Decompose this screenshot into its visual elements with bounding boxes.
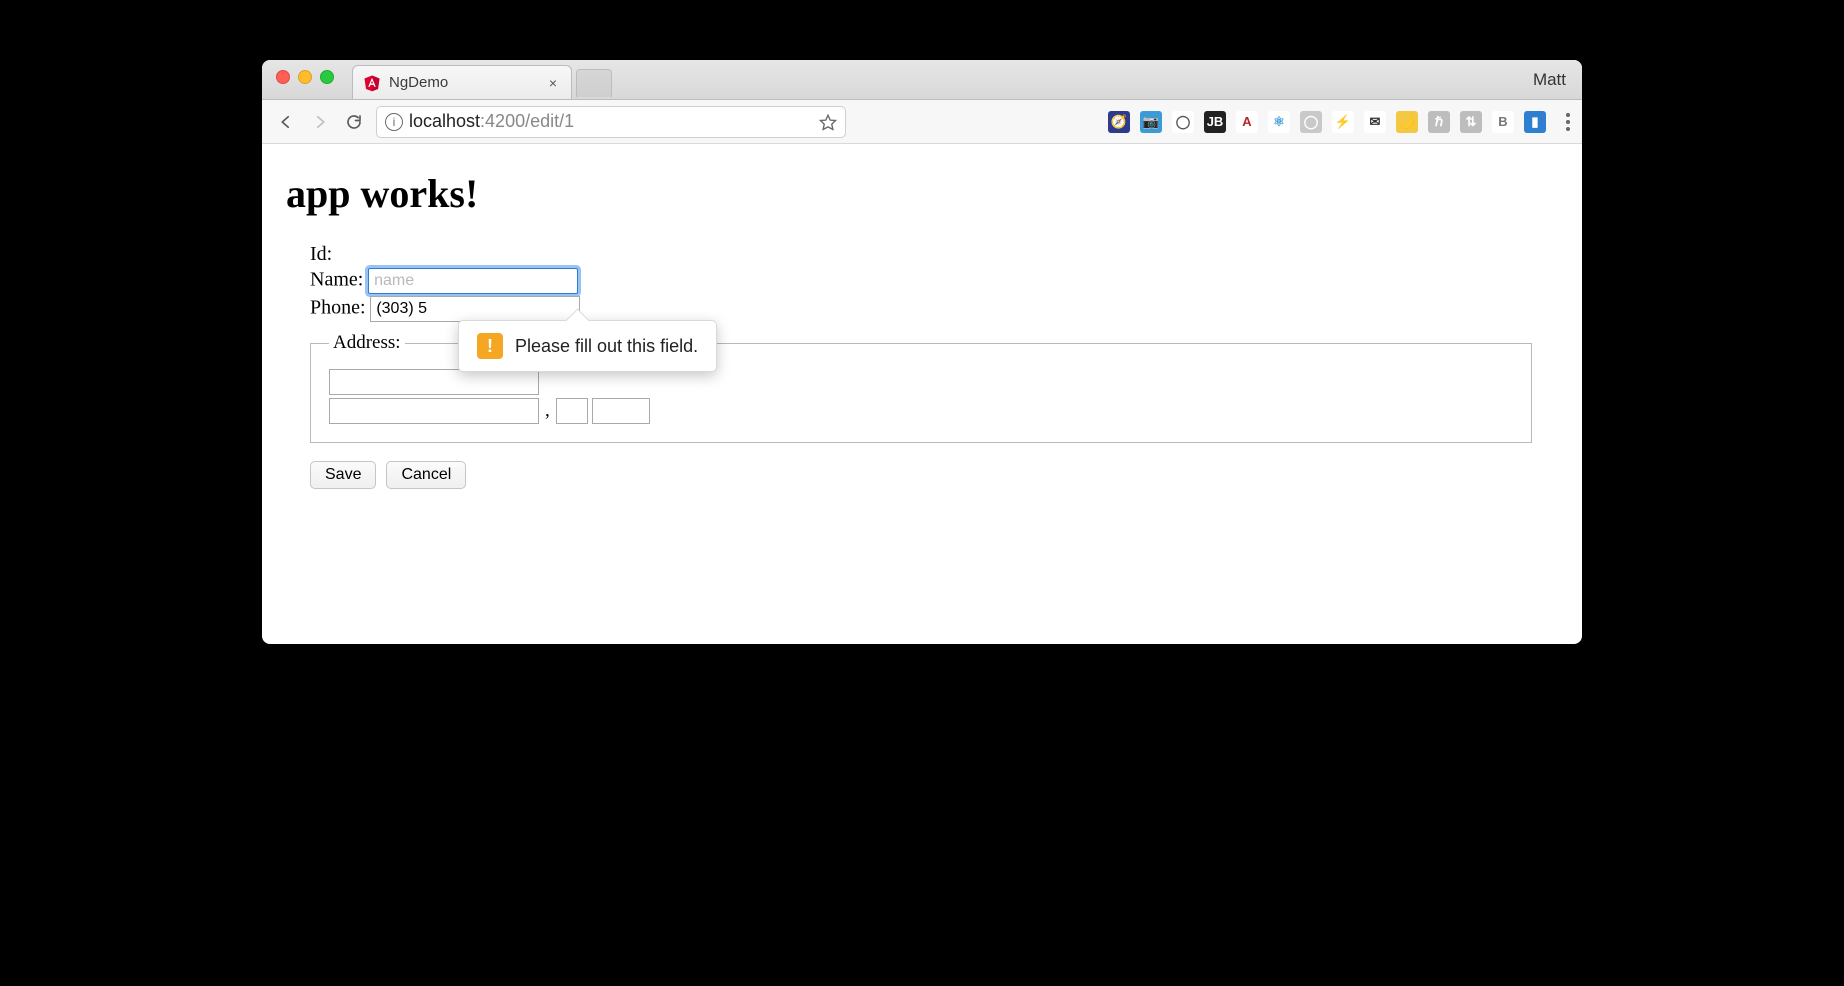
extension-hbar-icon[interactable]: ℏ — [1428, 111, 1450, 133]
close-window-button[interactable] — [276, 70, 290, 84]
extension-moon-icon[interactable]: 🌙 — [1396, 111, 1418, 133]
address-bar[interactable]: i localhost:4200/edit/1 — [376, 106, 846, 138]
address-legend: Address: — [329, 332, 405, 354]
new-tab-button[interactable] — [576, 69, 612, 97]
extension-lighthouse-icon[interactable]: ▮ — [1524, 111, 1546, 133]
extension-circle-icon[interactable]: ◯ — [1300, 111, 1322, 133]
extension-screenshot-icon[interactable]: 📷 — [1140, 111, 1162, 133]
maximize-window-button[interactable] — [320, 70, 334, 84]
browser-menu-icon[interactable] — [1566, 113, 1570, 131]
save-button[interactable]: Save — [310, 461, 376, 489]
name-label: Name: — [310, 268, 363, 290]
extension-exchange-icon[interactable]: ⇅ — [1460, 111, 1482, 133]
site-info-icon[interactable]: i — [385, 113, 403, 131]
bookmark-star-icon[interactable] — [819, 113, 837, 131]
extension-adblock-icon[interactable]: ◯ — [1172, 111, 1194, 133]
validation-tooltip: ! Please fill out this field. — [458, 320, 717, 372]
reload-button[interactable] — [342, 110, 366, 134]
close-tab-icon[interactable]: × — [545, 75, 561, 91]
extensions-row: 🧭 📷 ◯ JB A ⚛ ◯ ⚡ ✉ 🌙 ℏ ⇅ B ▮ — [866, 111, 1550, 133]
window-traffic-lights — [276, 70, 334, 84]
address-state-input[interactable] — [556, 398, 588, 424]
url-host: localhost — [409, 111, 480, 131]
extension-fonts-icon[interactable]: A — [1236, 111, 1258, 133]
extension-react-icon[interactable]: ⚛ — [1268, 111, 1290, 133]
forward-button[interactable] — [308, 110, 332, 134]
validation-message: Please fill out this field. — [515, 336, 698, 357]
name-input[interactable] — [368, 268, 578, 294]
minimize-window-button[interactable] — [298, 70, 312, 84]
address-street-input[interactable] — [329, 369, 539, 395]
address-comma: , — [543, 400, 552, 422]
extension-mail-icon[interactable]: ✉ — [1364, 111, 1386, 133]
page-heading: app works! — [286, 170, 1558, 217]
phone-input[interactable] — [370, 296, 580, 322]
warning-icon: ! — [477, 333, 503, 359]
cancel-button[interactable]: Cancel — [386, 461, 466, 489]
angular-favicon-icon — [363, 74, 381, 92]
back-button[interactable] — [274, 110, 298, 134]
browser-tab[interactable]: NgDemo × — [352, 65, 572, 99]
id-label: Id: — [310, 243, 332, 265]
page-content: app works! Id: Name: Phone: Address: — [262, 144, 1582, 644]
extension-jetbrains-icon[interactable]: JB — [1204, 111, 1226, 133]
extension-bolt-icon[interactable]: ⚡ — [1332, 111, 1354, 133]
extension-bold-icon[interactable]: B — [1492, 111, 1514, 133]
url-path: :4200/edit/1 — [480, 111, 574, 131]
browser-toolbar: i localhost:4200/edit/1 🧭 📷 ◯ JB A ⚛ ◯ ⚡ ✉ 🌙 ℏ ⇅ B ▮ — [262, 100, 1582, 144]
browser-window: NgDemo × Matt i localhost:4200/edit/1 🧭 📷… — [262, 60, 1582, 644]
tab-title: NgDemo — [389, 74, 448, 91]
address-city-input[interactable] — [329, 398, 539, 424]
address-zip-input[interactable] — [592, 398, 650, 424]
phone-label: Phone: — [310, 296, 366, 318]
form-buttons: Save Cancel — [310, 461, 1558, 489]
profile-name[interactable]: Matt — [1533, 70, 1566, 90]
title-bar: NgDemo × Matt — [262, 60, 1582, 100]
extension-devtools-icon[interactable]: 🧭 — [1108, 111, 1130, 133]
